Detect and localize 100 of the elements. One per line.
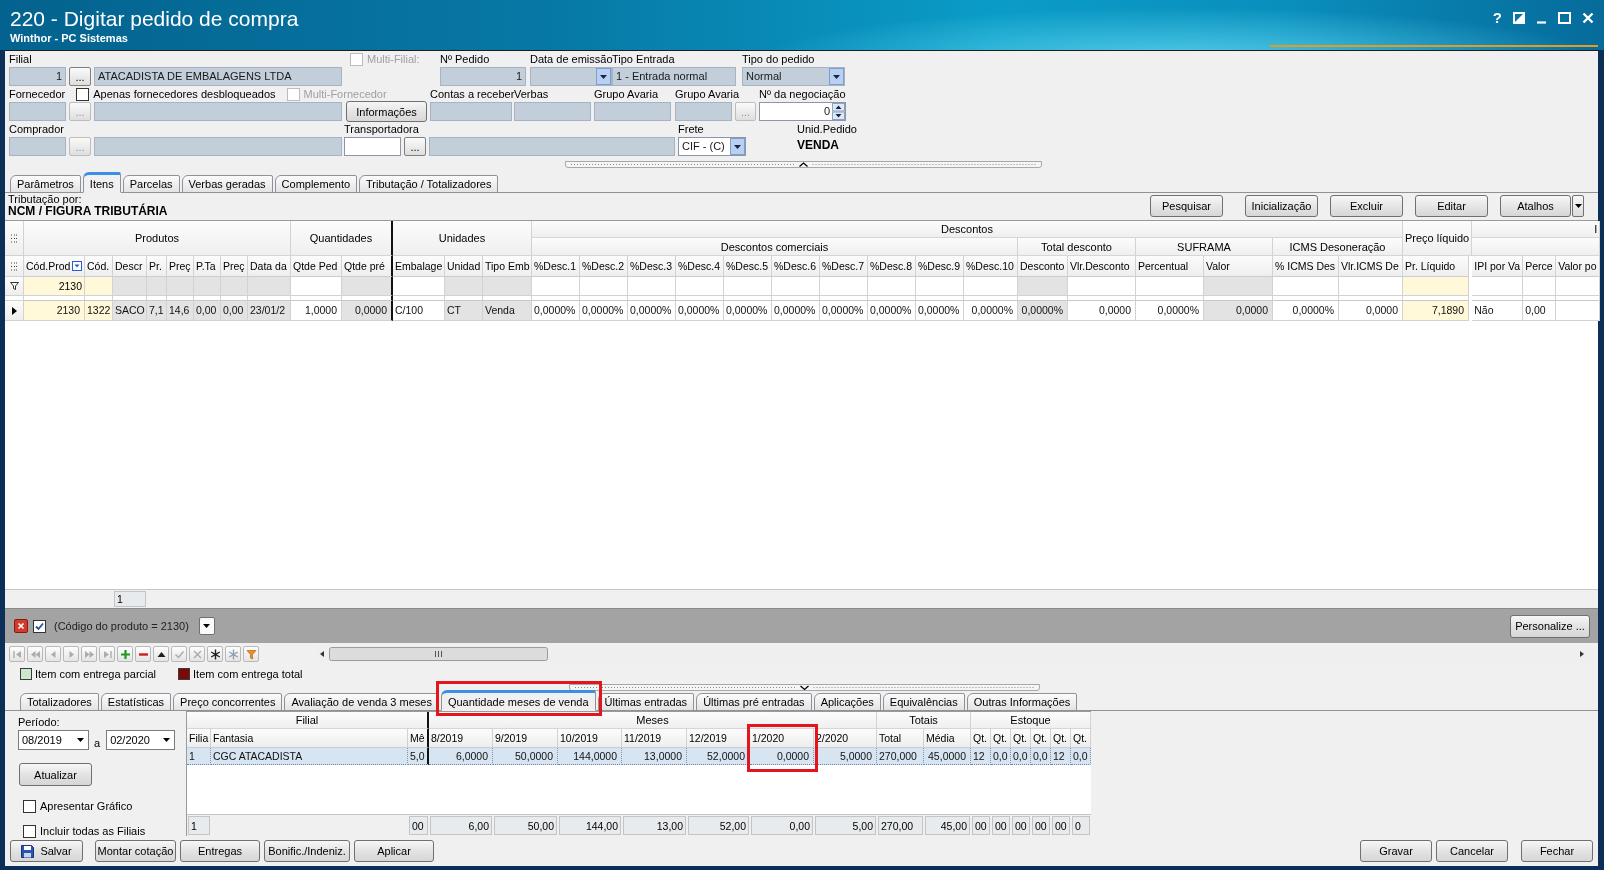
column-group-header: Produtos: [24, 221, 291, 256]
summary-cell: 00: [972, 816, 990, 835]
summary-cell: 45,00: [925, 816, 970, 835]
summary-cell: 270,00: [878, 816, 923, 835]
table-cell: 7,1890: [1403, 301, 1469, 321]
column-group-header: Unidades: [393, 221, 532, 256]
table-cell: Não: [1472, 301, 1524, 321]
column-group-header: Meses: [429, 712, 877, 729]
table-cell: 0,0000%: [820, 301, 868, 321]
table-cell: 0,0000: [750, 748, 814, 765]
column-group-header: Quantidades: [291, 221, 393, 256]
table-cell: 0,0000%: [580, 301, 628, 321]
table-cell: 0,0: [991, 748, 1011, 765]
table-cell: 0,0000: [342, 301, 393, 321]
field-label: Grupo Avaria: [675, 88, 739, 101]
field-label: Grupo Avaria: [594, 88, 658, 101]
summary-cell: 0,00: [751, 816, 813, 835]
table-cell: 1,0000: [291, 301, 342, 321]
summary-cell: 52,00: [688, 816, 749, 835]
table-cell: 0,0000%: [1018, 301, 1068, 321]
field-label: Nº da negociação: [759, 88, 846, 101]
summary-cell: 1: [188, 816, 210, 835]
unit-value: VENDA: [797, 138, 839, 152]
column-group-header: I: [1472, 221, 1601, 238]
field-label: Tipo Entrada: [612, 53, 675, 66]
table-cell: 0,0000%: [868, 301, 916, 321]
tax-label: Tributação por:: [8, 193, 82, 205]
summary-cell: 144,00: [559, 816, 621, 835]
table-cell: 5,0000: [814, 748, 877, 765]
field-label: Unid.Pedido: [797, 123, 857, 136]
table-cell: 0,0000%: [772, 301, 820, 321]
field-label: Verbas: [514, 88, 549, 101]
field-label: Frete: [678, 123, 704, 136]
legend-label: Item com entrega total: [193, 668, 303, 680]
table-cell: 0,0000%: [1273, 301, 1339, 321]
column-group-header: Filial: [187, 712, 429, 729]
table-cell: 0,00: [1523, 301, 1557, 321]
checkbox-label: Multi-Fornecedor: [303, 88, 387, 101]
table-cell: 0,0000: [1068, 301, 1136, 321]
checkbox-label: Apenas fornecedores desbloqueados: [93, 88, 276, 101]
table-cell: 0,0: [1011, 748, 1031, 765]
field-label: Tipo do pedido: [742, 53, 815, 66]
table-cell: 12: [971, 748, 991, 765]
table-cell: 6,0000: [429, 748, 493, 765]
table-cell: 0,0000: [1204, 301, 1273, 321]
table-cell: 0,00: [221, 301, 248, 321]
table-cell: 270,000: [877, 748, 924, 765]
table-cell: 12: [1051, 748, 1071, 765]
table-cell: 144,0000: [558, 748, 622, 765]
column-group-header: Descontos: [532, 221, 1403, 238]
column-group-header: Totais: [877, 712, 971, 729]
table-cell: 2130: [24, 301, 85, 321]
range-separator: a: [94, 737, 101, 750]
field-label: Data de emissão: [530, 53, 613, 66]
field-label: Contas a receber: [430, 88, 515, 101]
table-cell: 0,00: [194, 301, 221, 321]
field-label: Transportadora: [344, 123, 419, 136]
summary-cell: 00: [1032, 816, 1050, 835]
table-cell: Venda: [483, 301, 532, 321]
table-cell: 0,0000%: [628, 301, 676, 321]
table-cell: 52,0000: [687, 748, 750, 765]
table-cell: 7,1: [147, 301, 167, 321]
field-label: Fornecedor: [9, 88, 66, 101]
checkbox-label: Apresentar Gráfico: [40, 800, 133, 813]
table-cell: C/100: [393, 301, 445, 321]
period-label: Período:: [18, 716, 61, 729]
column-group-header: SUFRAMA: [1136, 238, 1273, 256]
summary-cell: 13,00: [623, 816, 686, 835]
summary-cell: 00: [992, 816, 1010, 835]
table-cell: CT: [445, 301, 483, 321]
table-cell: 1322: [85, 301, 113, 321]
table-cell: 0,0000%: [676, 301, 724, 321]
column-group-header: ICMS Desoneração: [1273, 238, 1403, 256]
window-subtitle: Winthor - PC Sistemas: [10, 32, 129, 45]
table-cell: 0,0: [1071, 748, 1091, 765]
table-cell: 0,0000%: [916, 301, 964, 321]
checkbox-label: Multi-Filial:: [367, 53, 420, 66]
table-cell: SACO: [113, 301, 147, 321]
tax-value: NCM / FIGURA TRIBUTÁRIA: [8, 205, 168, 218]
column-group-header: Total desconto: [1018, 238, 1136, 256]
table-cell: 0,0000%: [532, 301, 580, 321]
window-title: 220 - Digitar pedido de compra: [10, 6, 299, 31]
summary-cell: 5,00: [815, 816, 876, 835]
column-group-header: Estoque: [971, 712, 1091, 729]
table-cell: 0,0000%: [724, 301, 772, 321]
field-label: Comprador: [9, 123, 65, 136]
table-cell: 0,0000%: [964, 301, 1018, 321]
summary-cell: 50,00: [494, 816, 557, 835]
table-cell: 13,0000: [622, 748, 687, 765]
summary-cell: 00: [1012, 816, 1030, 835]
summary-cell: 00: [1052, 816, 1070, 835]
field-label: Filial: [9, 53, 32, 66]
column-group-header: Descontos comerciais: [532, 238, 1018, 256]
table-cell: 45,0000: [924, 748, 971, 765]
table-cell: 23/01/2: [248, 301, 291, 321]
checkbox-label: Incluir todas as Filiais: [40, 825, 146, 838]
summary-cell: 1: [114, 591, 146, 607]
table-cell: 5,0: [408, 748, 429, 765]
field-label: Nº Pedido: [440, 53, 490, 66]
column-group-header: Preço líquido: [1403, 221, 1473, 256]
